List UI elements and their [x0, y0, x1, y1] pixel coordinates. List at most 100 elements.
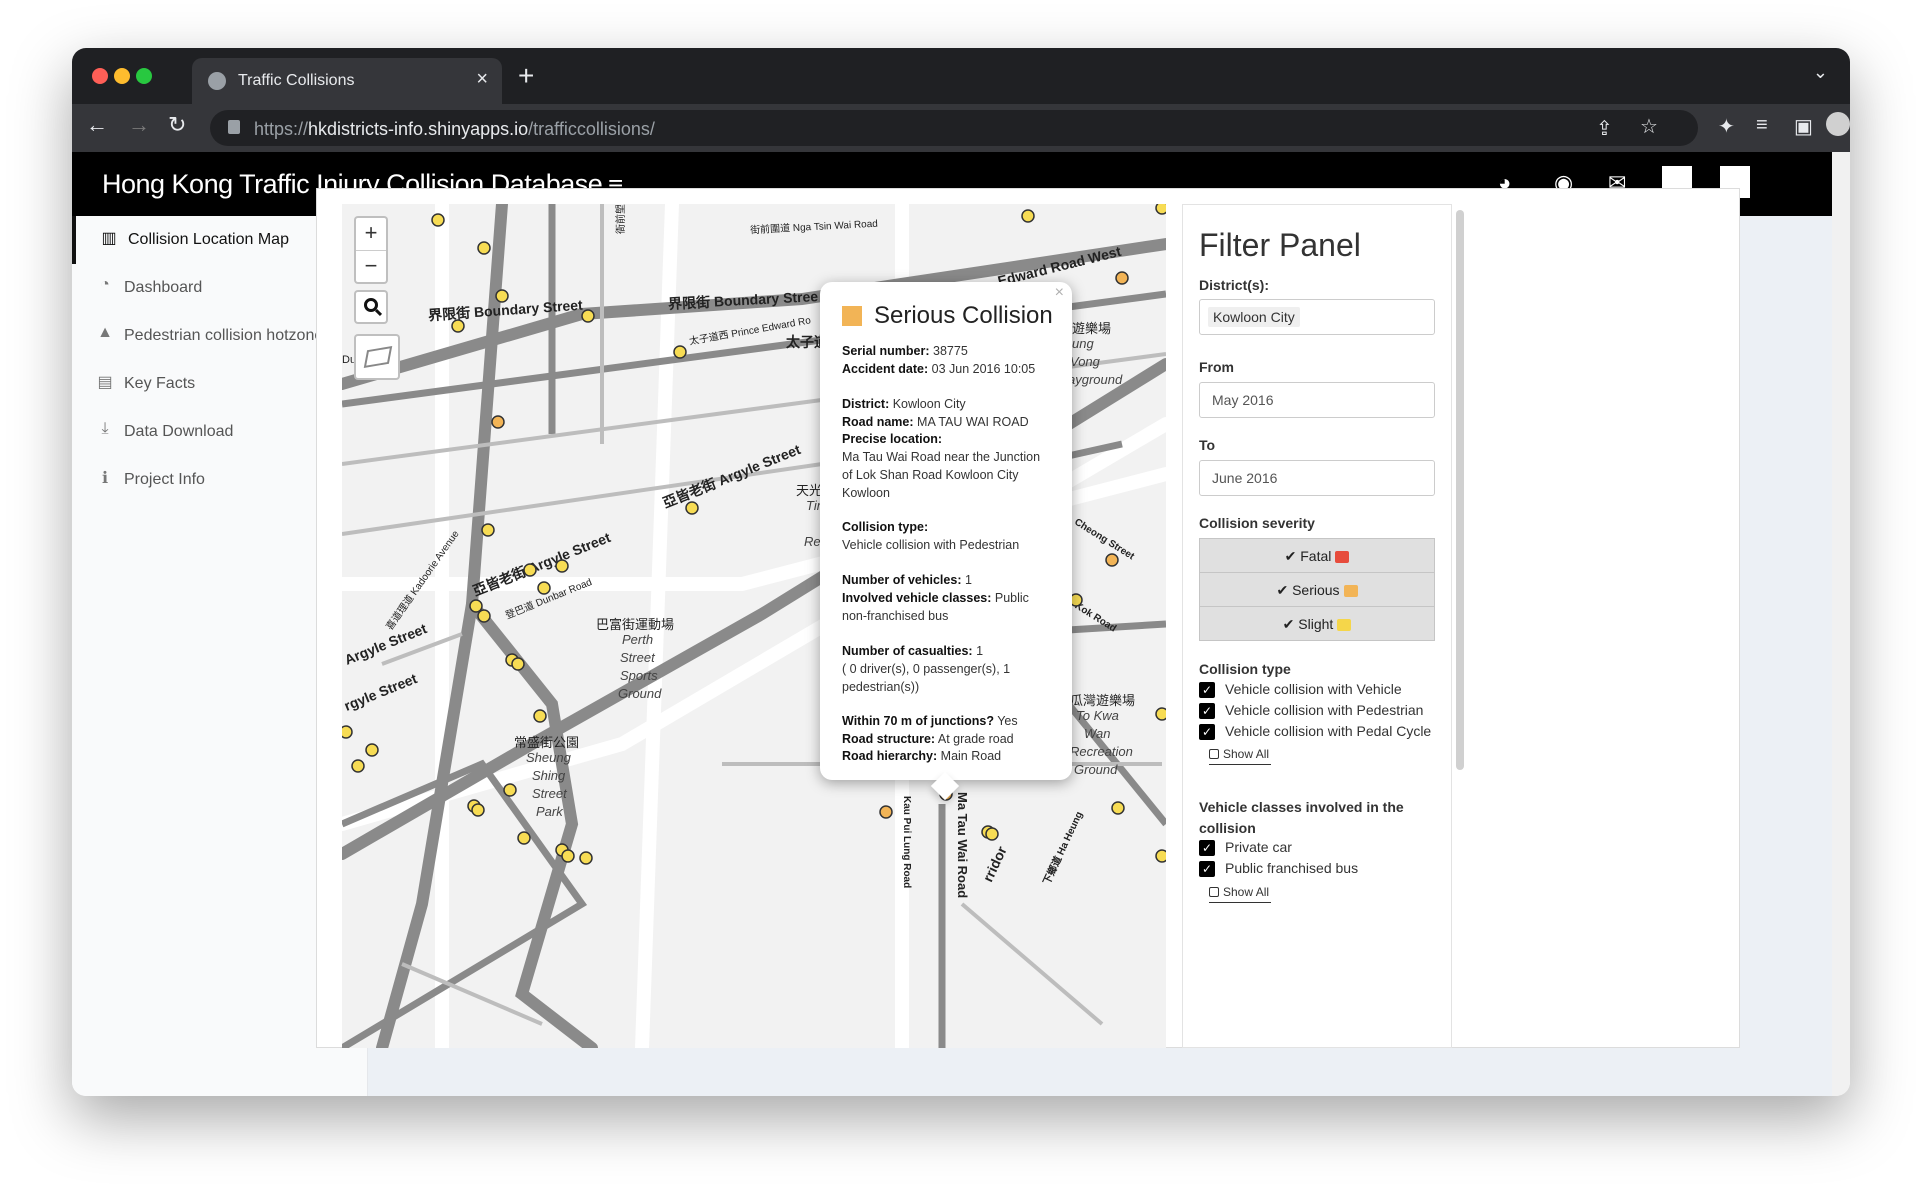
- share-icon[interactable]: ⇪: [1596, 116, 1613, 141]
- expand-icon: [1209, 749, 1219, 759]
- new-tab-button[interactable]: +: [518, 60, 534, 92]
- from-date-input[interactable]: May 2016: [1199, 382, 1435, 418]
- checkbox-checked-icon[interactable]: ✓: [1199, 703, 1215, 719]
- bookmark-star-icon[interactable]: ☆: [1640, 114, 1658, 139]
- reload-icon[interactable]: ↻: [168, 112, 186, 138]
- show-all-types-toggle[interactable]: Show All: [1209, 747, 1271, 765]
- zoom-in-button[interactable]: +: [356, 218, 386, 250]
- fatal-icon: [1335, 551, 1350, 564]
- collision-marker[interactable]: [673, 345, 687, 359]
- lock-icon: [228, 120, 240, 134]
- collision-marker[interactable]: [342, 725, 353, 739]
- extensions-icon[interactable]: ✦: [1718, 114, 1735, 139]
- collision-marker[interactable]: [471, 803, 485, 817]
- popup-serial: Serial number: 38775: [842, 344, 968, 358]
- page-scrollbar[interactable]: [1832, 152, 1850, 1096]
- collision-marker[interactable]: [517, 831, 531, 845]
- collision-marker[interactable]: [685, 501, 699, 515]
- collision-marker[interactable]: [365, 743, 379, 757]
- sidepanel-icon[interactable]: ▣: [1794, 114, 1813, 139]
- forward-arrow-icon[interactable]: →: [128, 112, 150, 138]
- download-icon: ⤓: [101, 420, 109, 437]
- collision-marker[interactable]: [511, 657, 525, 671]
- checkbox-checked-icon[interactable]: ✓: [1199, 682, 1215, 698]
- filter-scrollbar[interactable]: [1456, 210, 1464, 770]
- sidebar-item-label: Pedestrian collision hotzones: [124, 327, 332, 344]
- from-date-value: May 2016: [1212, 392, 1274, 408]
- back-arrow-icon[interactable]: ←: [86, 112, 108, 138]
- collision-marker[interactable]: [1155, 849, 1166, 863]
- sidebar-item-label: Key Facts: [124, 375, 196, 392]
- popup-district: District: Kowloon City: [842, 397, 966, 411]
- fatal-toggle-button[interactable]: ✔ Fatal: [1199, 538, 1435, 573]
- media-icon[interactable]: ≡: [1756, 114, 1768, 137]
- severity-label: Collision severity: [1199, 515, 1315, 531]
- type-checkbox-label: Vehicle collision with Pedal Cycle: [1225, 723, 1432, 739]
- collision-marker[interactable]: [477, 241, 491, 255]
- collision-marker[interactable]: [579, 851, 593, 865]
- popup-structure: Road structure: At grade road: [842, 732, 1014, 746]
- serious-toggle-button[interactable]: ✔ Serious: [1199, 572, 1435, 607]
- fatal-toggle-label: ✔ Fatal: [1284, 548, 1332, 564]
- checkbox-checked-icon[interactable]: ✓: [1199, 724, 1215, 740]
- collision-marker[interactable]: [477, 609, 491, 623]
- collision-marker[interactable]: [533, 709, 547, 723]
- collision-marker[interactable]: [451, 319, 465, 333]
- collision-marker[interactable]: [537, 581, 551, 595]
- collision-marker[interactable]: [581, 309, 595, 323]
- collision-marker[interactable]: [523, 563, 537, 577]
- slight-toggle-label: ✔ Slight: [1282, 616, 1334, 632]
- collision-popup: × Serious Collision Serial number: 38775…: [820, 282, 1072, 801]
- collision-marker[interactable]: [1021, 209, 1035, 223]
- show-all-label: Show All: [1223, 747, 1270, 761]
- popup-precise-line: of Lok Shan Road Kowloon City: [842, 468, 1019, 482]
- filter-panel-title: Filter Panel: [1199, 227, 1361, 263]
- collision-marker[interactable]: [481, 523, 495, 537]
- collision-marker[interactable]: [1155, 707, 1166, 721]
- collision-marker[interactable]: [495, 289, 509, 303]
- district-selected-chip[interactable]: Kowloon City: [1208, 307, 1300, 327]
- close-window-button[interactable]: [92, 68, 108, 84]
- chevron-down-icon[interactable]: ⌄: [1813, 62, 1828, 83]
- checkbox-checked-icon[interactable]: ✓: [1199, 861, 1215, 877]
- url-text: https://hkdistricts-info.shinyapps.io/tr…: [254, 119, 655, 139]
- collision-marker[interactable]: [985, 827, 999, 841]
- collision-marker[interactable]: [1111, 801, 1125, 815]
- map-search-button[interactable]: [354, 290, 388, 324]
- district-select[interactable]: Kowloon City: [1199, 299, 1435, 335]
- popup-type-label: Collision type:: [842, 520, 929, 534]
- popup-precise-line: Ma Tau Wai Road near the Junction: [842, 450, 1041, 464]
- collision-marker[interactable]: [1155, 204, 1166, 215]
- maximize-window-button[interactable]: [136, 68, 152, 84]
- slight-toggle-button[interactable]: ✔ Slight: [1199, 606, 1435, 641]
- checkbox-checked-icon[interactable]: ✓: [1199, 840, 1215, 856]
- collision-marker[interactable]: [561, 849, 575, 863]
- popup-road: Road name: MA TAU WAI ROAD: [842, 415, 1029, 429]
- popup-junction: Within 70 m of junctions? Yes: [842, 714, 1018, 728]
- collision-marker[interactable]: [491, 415, 505, 429]
- address-bar[interactable]: https://hkdistricts-info.shinyapps.io/tr…: [210, 110, 1698, 146]
- search-icon-handle: [374, 308, 383, 317]
- collision-marker[interactable]: [1105, 553, 1119, 567]
- show-all-vehicles-toggle[interactable]: Show All: [1209, 885, 1271, 903]
- collision-marker[interactable]: [351, 759, 365, 773]
- collision-marker[interactable]: [469, 599, 483, 613]
- to-date-input[interactable]: June 2016: [1199, 460, 1435, 496]
- browser-tab[interactable]: Traffic Collisions ×: [192, 58, 502, 104]
- profile-avatar-icon[interactable]: [1826, 112, 1850, 136]
- collision-marker[interactable]: [431, 213, 445, 227]
- popup-precise-line: Kowloon: [842, 486, 890, 500]
- popup-close-button[interactable]: ×: [1055, 284, 1064, 302]
- collision-marker[interactable]: [879, 805, 893, 819]
- minimize-window-button[interactable]: [114, 68, 130, 84]
- collision-marker[interactable]: [503, 783, 517, 797]
- collision-marker[interactable]: [555, 559, 569, 573]
- to-date-value: June 2016: [1212, 470, 1278, 486]
- sidebar-item-label: Project Info: [124, 471, 205, 488]
- collision-marker[interactable]: [1115, 271, 1129, 285]
- sidebar-item-label: Data Download: [124, 423, 234, 440]
- close-tab-icon[interactable]: ×: [476, 68, 488, 91]
- info-icon: ℹ: [101, 470, 109, 487]
- zoom-out-button[interactable]: −: [356, 251, 386, 283]
- layers-button[interactable]: [354, 334, 400, 380]
